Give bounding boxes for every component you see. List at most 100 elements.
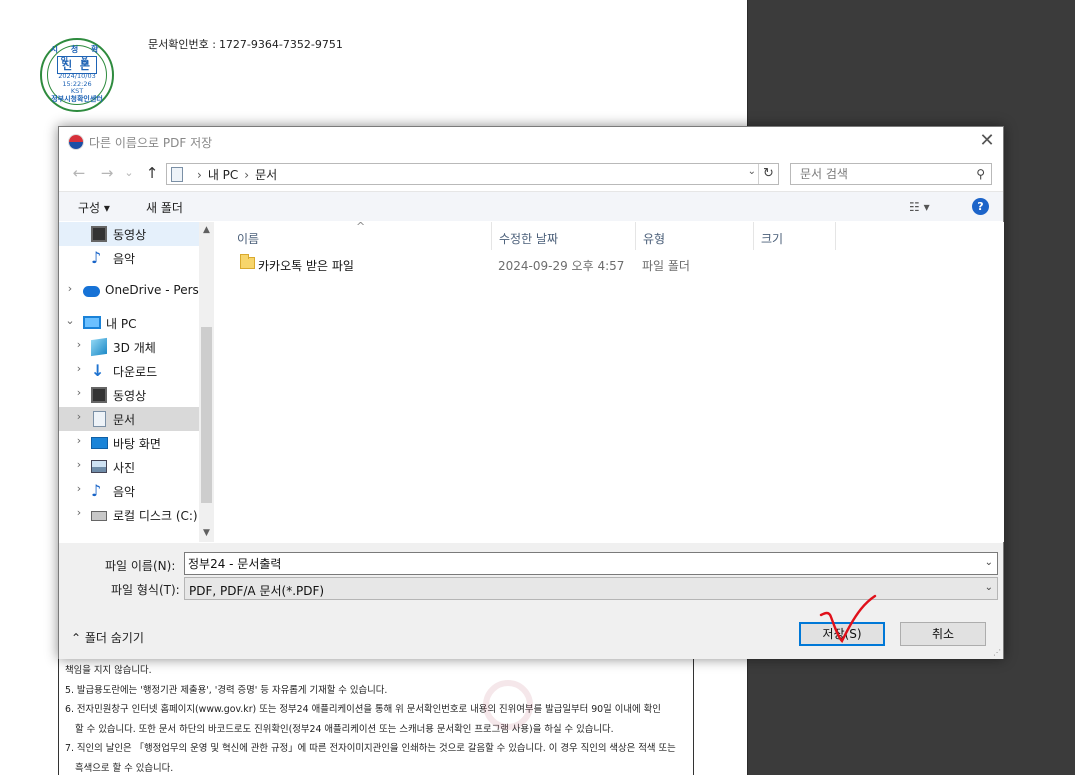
filename-field: ⌄ xyxy=(184,552,998,575)
folder-icon xyxy=(240,254,255,269)
recent-locations-icon[interactable]: ⌄ xyxy=(119,166,139,179)
pc-icon xyxy=(83,316,101,329)
column-header-size[interactable]: 크기 xyxy=(754,222,836,250)
note-line: 흑색으로 할 수 있습니다. xyxy=(75,762,174,774)
dialog-titlebar[interactable]: 다른 이름으로 PDF 저장 ✕ xyxy=(59,127,1003,157)
nav-item-downloads[interactable]: › ↓ 다운로드 xyxy=(59,359,199,383)
cancel-button[interactable]: 취소 xyxy=(900,622,986,646)
column-header-type[interactable]: 유형 xyxy=(636,222,754,250)
chevron-right-icon[interactable]: › xyxy=(73,506,85,519)
address-bar[interactable]: › 내 PC › 문서 ⌄ ↻ xyxy=(166,163,779,185)
file-name: 카카오톡 받은 파일 xyxy=(258,259,354,273)
3d-objects-icon xyxy=(91,337,107,357)
address-dropdown-icon[interactable]: ⌄ xyxy=(748,166,756,177)
nav-item-onedrive[interactable]: › OneDrive - Person xyxy=(59,279,214,303)
desktop-icon xyxy=(91,437,108,449)
chevron-right-icon[interactable]: › xyxy=(73,410,85,423)
filename-input[interactable] xyxy=(185,553,965,574)
dialog-title: 다른 이름으로 PDF 저장 xyxy=(89,136,213,150)
forward-arrow-icon[interactable]: → xyxy=(97,164,117,182)
nav-pane-scrollbar[interactable]: ▲ ▼ xyxy=(199,222,214,542)
red-checkmark-annotation xyxy=(819,594,877,644)
onedrive-icon xyxy=(83,286,100,297)
breadcrumb: › 내 PC › 문서 xyxy=(191,166,277,183)
chevron-right-icon[interactable]: › xyxy=(64,282,76,295)
column-header-name[interactable]: 이름 xyxy=(230,222,492,250)
navigation-pane: 동영상 ♪ 음악 › OneDrive - Person ⌄ 내 PC › 3D… xyxy=(59,222,214,542)
nav-item-label: 다운로드 xyxy=(113,365,158,379)
note-line: 5. 발급용도란에는 '행정기관 제출용', '경력 증명' 등 자유롭게 기재… xyxy=(65,684,388,696)
save-pdf-dialog: 다른 이름으로 PDF 저장 ✕ ← → ⌄ ↑ ›내 PC›문서 ⌄ ↻ ⚲ … xyxy=(58,126,1004,659)
video-icon xyxy=(91,387,107,403)
view-options-icon[interactable]: ☷ ▾ xyxy=(909,200,930,214)
chevron-right-icon[interactable]: › xyxy=(73,434,85,447)
search-icon[interactable]: ⚲ xyxy=(976,167,985,181)
chevron-right-icon[interactable]: › xyxy=(73,338,85,351)
nav-item-label: 동영상 xyxy=(113,389,147,403)
nav-item-3d-objects[interactable]: › 3D 개체 xyxy=(59,335,199,359)
nav-item-label: 로컬 디스크 (C:) xyxy=(113,509,198,523)
document-number-value: 1727-9364-7352-9751 xyxy=(218,38,343,51)
column-header-modified[interactable]: 수정한 날짜 xyxy=(492,222,636,250)
seal-date: 2024/10/03 xyxy=(58,72,96,80)
hide-folders-button[interactable]: ⌃ 폴더 숨기기 xyxy=(71,629,144,646)
download-icon: ↓ xyxy=(91,361,105,380)
scroll-thumb[interactable] xyxy=(201,327,212,503)
chevron-right-icon[interactable]: › xyxy=(73,482,85,495)
refresh-icon[interactable]: ↻ xyxy=(758,164,778,184)
scroll-up-icon[interactable]: ▲ xyxy=(199,222,214,239)
filetype-label: 파일 형식(T): xyxy=(111,583,180,597)
organize-button[interactable]: 구성 ▾ xyxy=(78,199,110,216)
up-arrow-icon[interactable]: ↑ xyxy=(142,164,162,182)
chevron-right-icon[interactable]: › xyxy=(73,458,85,471)
resize-grip-icon[interactable]: ⋰ xyxy=(993,648,1001,657)
file-type: 파일 폴더 xyxy=(642,259,690,273)
breadcrumb-documents[interactable]: 문서 xyxy=(255,168,277,182)
breadcrumb-my-pc[interactable]: 내 PC xyxy=(208,168,238,182)
chevron-down-icon[interactable]: ⌄ xyxy=(64,314,76,327)
disk-icon xyxy=(91,511,107,521)
filename-label: 파일 이름(N): xyxy=(105,559,176,573)
app-emblem-icon xyxy=(68,134,84,150)
chevron-right-icon[interactable]: › xyxy=(73,362,85,375)
chevron-right-icon[interactable]: › xyxy=(73,386,85,399)
file-modified: 2024-09-29 오후 4:57 xyxy=(498,259,625,273)
new-folder-button[interactable]: 새 폴더 xyxy=(146,199,183,216)
seal-bottom-text: 정부시청확인센터 xyxy=(51,95,103,103)
document-icon xyxy=(93,411,106,427)
breadcrumb-separator: › xyxy=(197,168,202,182)
nav-item-label: 음악 xyxy=(113,485,136,499)
document-folder-icon xyxy=(171,167,183,182)
nav-item-pictures[interactable]: › 사진 xyxy=(59,455,199,479)
search-box: ⚲ xyxy=(790,163,992,185)
filetype-dropdown-icon[interactable]: ⌄ xyxy=(985,582,993,593)
back-arrow-icon[interactable]: ← xyxy=(69,164,89,182)
nav-item-videos[interactable]: 동영상 xyxy=(59,222,199,246)
search-input[interactable] xyxy=(791,164,961,184)
nav-item-label: 동영상 xyxy=(113,228,147,242)
nav-item-videos-pc[interactable]: › 동영상 xyxy=(59,383,199,407)
help-icon[interactable]: ? xyxy=(972,198,989,215)
nav-item-local-disk[interactable]: › 로컬 디스크 (C:) xyxy=(59,503,199,527)
close-button[interactable]: ✕ xyxy=(971,127,1003,157)
breadcrumb-separator: › xyxy=(244,168,250,182)
note-line: 책임을 지지 않습니다. xyxy=(65,665,152,676)
nav-item-music[interactable]: ♪ 음악 xyxy=(59,246,199,270)
nav-item-music-pc[interactable]: › ♪ 음악 xyxy=(59,479,199,503)
nav-item-label: 바탕 화면 xyxy=(113,437,161,451)
filename-dropdown-icon[interactable]: ⌄ xyxy=(985,557,993,568)
nav-item-documents[interactable]: › 문서 xyxy=(59,407,199,431)
filetype-value: PDF, PDF/A 문서(*.PDF) xyxy=(189,584,325,598)
pictures-icon xyxy=(91,460,107,473)
nav-item-label: 음악 xyxy=(113,252,136,266)
navigation-bar: ← → ⌄ ↑ › 내 PC › 문서 ⌄ ↻ ⚲ xyxy=(59,159,1003,189)
scroll-down-icon[interactable]: ▼ xyxy=(199,525,214,542)
nav-item-desktop[interactable]: › 바탕 화면 xyxy=(59,431,199,455)
video-icon xyxy=(91,226,107,242)
music-icon: ♪ xyxy=(91,248,102,267)
watermark-emblem xyxy=(483,680,533,730)
nav-item-label: 문서 xyxy=(113,413,136,427)
music-icon: ♪ xyxy=(91,481,102,500)
table-row[interactable]: 카카오톡 받은 파일 2024-09-29 오후 4:57 파일 폴더 xyxy=(218,252,1004,276)
nav-item-my-pc[interactable]: ⌄ 내 PC xyxy=(59,311,199,335)
